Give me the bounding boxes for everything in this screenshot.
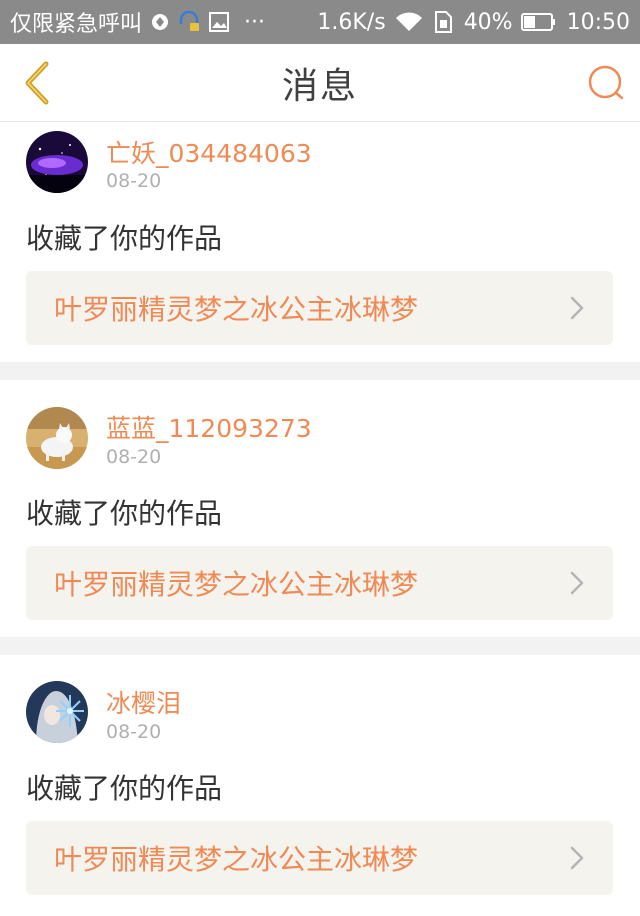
battery-percent: 40%: [463, 9, 513, 35]
avatar[interactable]: [26, 131, 88, 193]
search-icon: [588, 65, 624, 100]
more-icon: ···: [244, 9, 265, 35]
chevron-left-icon: [25, 61, 49, 105]
chevron-right-icon: [563, 844, 591, 872]
card-divider: [0, 637, 640, 655]
message-date: 08-20: [106, 446, 162, 468]
back-button[interactable]: [14, 58, 60, 108]
action-text: 收藏了你的作品: [26, 222, 223, 255]
image-icon: [208, 11, 230, 33]
message-list: 亡妖_034484063 08-20 收藏了你的作品 叶罗丽精灵梦之冰公主冰琳梦: [0, 122, 640, 916]
avatar[interactable]: [26, 681, 88, 743]
chevron-right-icon: [563, 569, 591, 597]
status-bar-left: 仅限紧急呼叫 ···: [10, 6, 317, 38]
work-title: 叶罗丽精灵梦之冰公主冰琳梦: [54, 568, 419, 601]
chevron-right-icon: [563, 294, 591, 322]
message-date: 08-20: [106, 721, 162, 743]
clock: 10:50: [566, 9, 630, 35]
username[interactable]: 亡妖_034484063: [106, 134, 312, 170]
work-link[interactable]: 叶罗丽精灵梦之冰公主冰琳梦: [26, 821, 613, 895]
carrier-text: 仅限紧急呼叫: [10, 12, 143, 37]
page-title: 消息: [281, 66, 358, 107]
work-title: 叶罗丽精灵梦之冰公主冰琳梦: [54, 293, 419, 326]
action-text: 收藏了你的作品: [26, 497, 223, 530]
message-card: 冰樱泪 08-20 收藏了你的作品 叶罗丽精灵梦之冰公主冰琳梦: [0, 655, 640, 916]
action-text: 收藏了你的作品: [26, 772, 223, 805]
header-bar: 消息: [0, 44, 640, 122]
sim-icon: [432, 10, 454, 34]
location-icon: [150, 11, 170, 33]
work-link[interactable]: 叶罗丽精灵梦之冰公主冰琳梦: [26, 271, 613, 345]
network-speed: 1.6K/s: [317, 9, 386, 35]
message-date: 08-20: [106, 170, 162, 192]
username[interactable]: 蓝蓝_112093273: [106, 409, 312, 445]
wifi-icon: [394, 11, 424, 33]
work-link[interactable]: 叶罗丽精灵梦之冰公主冰琳梦: [26, 546, 613, 620]
message-card: 蓝蓝_112093273 08-20 收藏了你的作品 叶罗丽精灵梦之冰公主冰琳梦: [0, 380, 640, 637]
avatar[interactable]: [26, 407, 88, 469]
search-button[interactable]: [584, 61, 628, 105]
username[interactable]: 冰樱泪: [106, 684, 181, 720]
message-card: 亡妖_034484063 08-20 收藏了你的作品 叶罗丽精灵梦之冰公主冰琳梦: [0, 122, 640, 362]
status-bar-right: 1.6K/s 40% 10:50: [317, 10, 630, 35]
headset-icon: [178, 10, 200, 34]
card-divider: [0, 362, 640, 380]
status-bar: 仅限紧急呼叫 ··· 1.6K/s 40% 10:50: [0, 0, 640, 44]
battery-icon: [520, 12, 557, 32]
work-title: 叶罗丽精灵梦之冰公主冰琳梦: [54, 843, 419, 876]
